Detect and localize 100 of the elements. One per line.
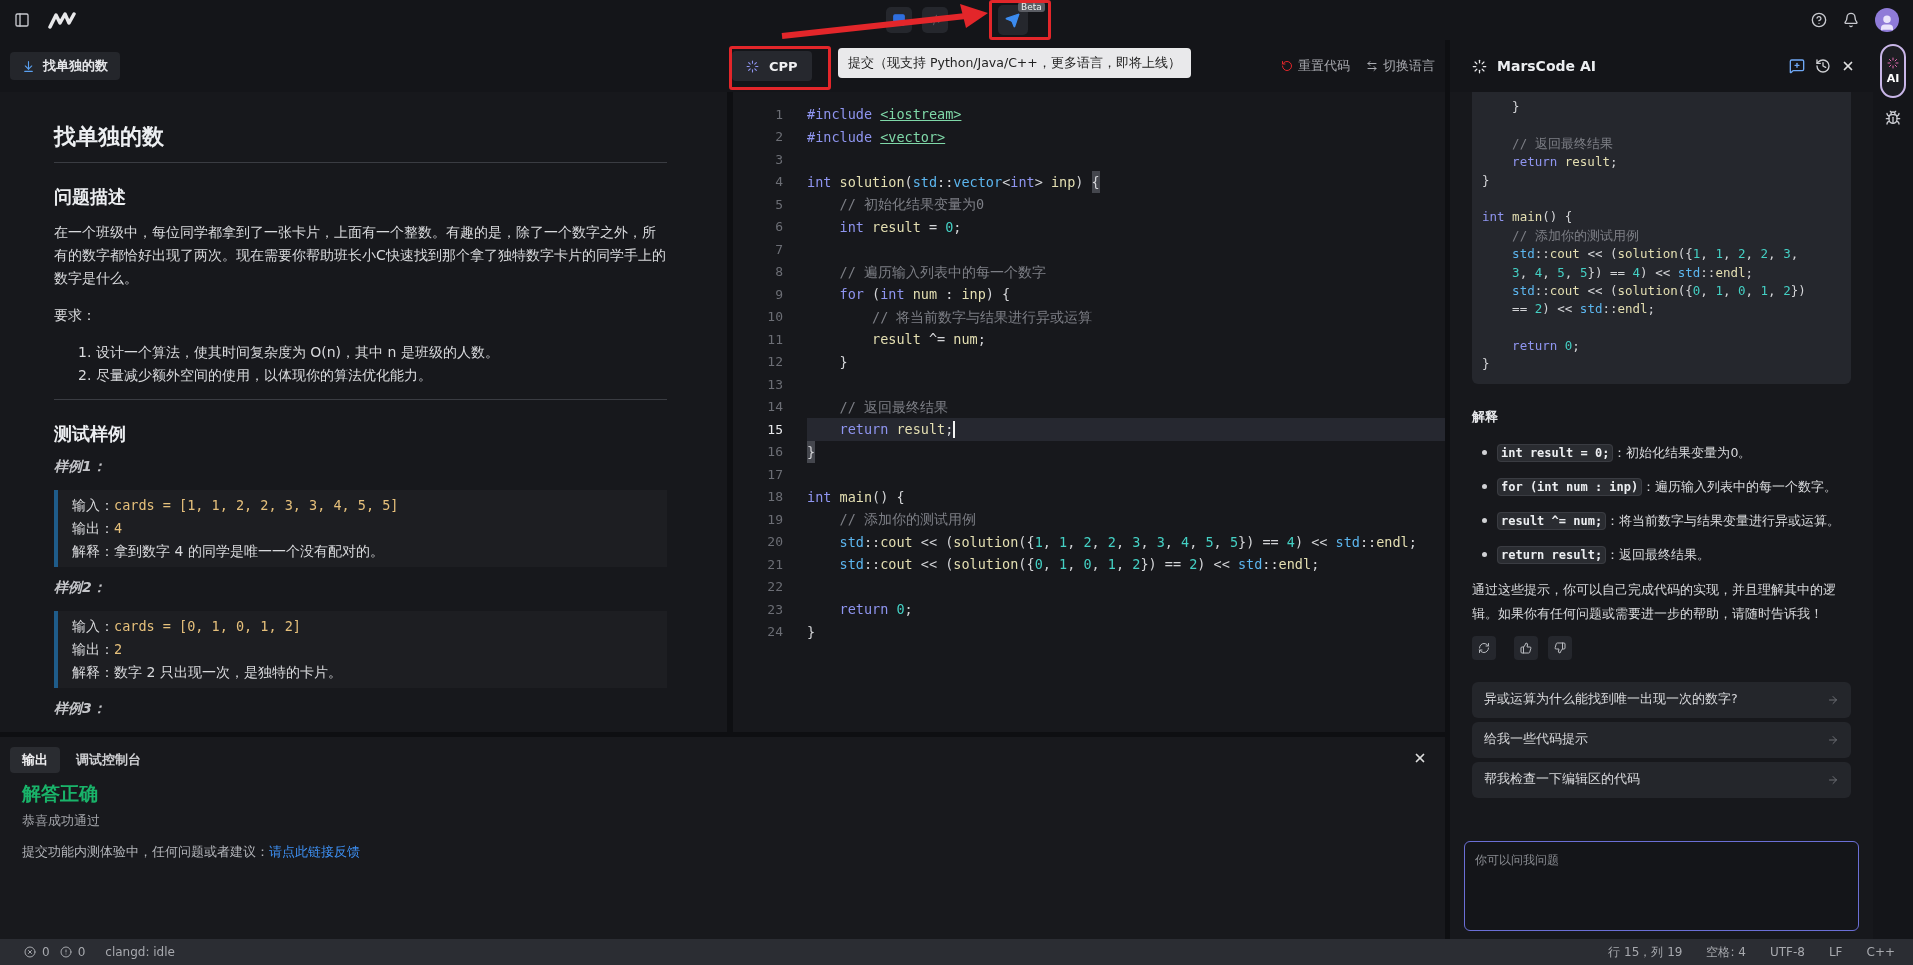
code-line: // 返回最终结果	[1511, 134, 1614, 153]
line-number: 24	[766, 624, 784, 640]
arrow-right-icon	[1827, 733, 1839, 746]
dislike-button[interactable]	[1548, 635, 1572, 660]
code-line: }	[838, 352, 848, 372]
code-line: std::cout << (solution({0, 1, 0, 1, 2})	[1511, 281, 1807, 300]
sidebar-toggle-icon[interactable]	[14, 12, 30, 28]
like-button[interactable]	[1514, 635, 1538, 660]
question-field[interactable]: 你可以问我问题	[1464, 841, 1859, 931]
example-title: 样例3：	[54, 700, 107, 718]
code-line: return 0;	[1511, 337, 1581, 356]
line-number: 22	[766, 579, 784, 595]
example-title: 样例1：	[54, 458, 107, 476]
language-button[interactable]: CPP	[732, 51, 812, 81]
code-line: int main() {	[807, 487, 905, 507]
line-number: 16	[766, 444, 784, 460]
notification-icon[interactable]	[1843, 12, 1859, 28]
code-line: }	[1482, 171, 1491, 190]
arrow-right-icon	[1827, 693, 1839, 706]
requirement-item: 1. 设计一个算法，使其时间复杂度为 O(n)，其中 n 是班级的人数。	[78, 343, 500, 362]
help-icon[interactable]	[1811, 12, 1827, 28]
line-number: 23	[766, 601, 784, 617]
code-line: 3, 4, 5, 5}) == 4) << std::endl;	[1511, 263, 1755, 282]
sparkle-icon	[1887, 57, 1899, 69]
new-chat-icon[interactable]	[1789, 58, 1805, 74]
line-number: 17	[766, 466, 784, 482]
sparkle-icon	[746, 59, 759, 73]
example-line: 输出：2	[72, 640, 124, 659]
warning-count: 0	[77, 945, 86, 959]
beta-badge: Beta	[1018, 2, 1045, 12]
code-line: result ^= num;	[871, 330, 986, 349]
status-item[interactable]: LF	[1828, 945, 1843, 959]
problem-title: 找单独的数	[54, 116, 667, 163]
feedback-text: 提交功能内测体验中，任何问题或者建议：	[22, 844, 269, 861]
line-number: 4	[774, 174, 784, 190]
code-line: // 返回最终结果	[838, 397, 948, 417]
explanation-item: return result; ：返回最终结果。	[1497, 541, 1711, 568]
code-line: std::cout << (solution({1, 1, 2, 2, 3,	[1511, 245, 1800, 264]
status-item[interactable]: UTF-8	[1769, 945, 1805, 959]
code-line: // 初始化结果变量为0	[838, 195, 985, 214]
suggestion-button[interactable]: 帮我检查一下编辑区的代码	[1472, 761, 1851, 798]
code-line: std::cout << (solution({0, 1, 0, 1, 2}) == 2) << std::endl;	[838, 555, 1320, 574]
code-line: std::cout << (solution({1, 1, 2, 2, 3, 3, 4, 5, 5}) == 4) << std::endl;	[838, 532, 1417, 552]
line-number: 12	[766, 354, 784, 370]
description-text: 要求：	[54, 306, 97, 325]
line-number: 5	[774, 196, 784, 212]
line-number: 14	[766, 399, 784, 415]
output-tab[interactable]: 调试控制台	[64, 747, 153, 773]
problem-tab[interactable]: 找单独的数	[10, 52, 120, 80]
explanation-title: 解释	[1472, 407, 1499, 426]
status-item[interactable]: C++	[1866, 945, 1895, 959]
explanation-item: int result = 0; ：初始化结果变量为0。	[1497, 439, 1752, 466]
line-number: 6	[774, 219, 784, 235]
example-line: 解释：数字 2 只出现一次，是独特的卡片。	[72, 663, 343, 682]
bullet-icon	[1482, 483, 1487, 489]
send-icon	[1005, 12, 1020, 28]
line-number: 13	[766, 376, 784, 392]
close-button[interactable]	[1413, 751, 1427, 765]
status-item[interactable]: 行 15，列 19	[1608, 943, 1683, 961]
explanation-item: result ^= num; ：将当前数字与结果变量进行异或运算。	[1497, 507, 1841, 534]
close-icon[interactable]	[1841, 59, 1855, 73]
swap-icon	[1366, 60, 1378, 72]
code-line: for (int num : inp) {	[838, 285, 1011, 304]
download-icon	[22, 59, 35, 73]
arrow-right-icon	[1827, 773, 1839, 786]
ai-button[interactable]: AI	[1880, 44, 1906, 98]
tooltip: 提交（现支持 Python/Java/C++，更多语言，即将上线）	[838, 48, 1191, 78]
section-heading: 测试样例	[54, 422, 127, 446]
example-line: 解释：拿到数字 4 的同学是唯一一个没有配对的。	[72, 542, 385, 561]
example-line: 输入：cards = [0, 1, 0, 1, 2]	[72, 617, 302, 636]
history-icon[interactable]	[1815, 58, 1831, 74]
code-line: return 0;	[838, 600, 913, 619]
line-number: 3	[774, 151, 784, 167]
line-number: 15	[766, 421, 784, 437]
suggestion-button[interactable]: 给我一些代码提示	[1472, 721, 1851, 758]
suggestion-button[interactable]: 异或运算为什么能找到唯一出现一次的数字?	[1472, 681, 1851, 718]
output-tab[interactable]: 输出	[10, 747, 60, 773]
code-line: int result = 0;	[838, 217, 962, 237]
line-number: 8	[774, 264, 784, 280]
logo-icon	[48, 11, 78, 29]
explanation-item: for (int num : inp) ：遍历输入列表中的每一个数字。	[1497, 473, 1838, 500]
result-title: 解答正确	[22, 781, 99, 806]
code-line: return result;	[1511, 153, 1619, 172]
avatar[interactable]	[1875, 8, 1899, 32]
regenerate-button[interactable]	[1472, 635, 1496, 660]
ai-logo-icon	[1472, 58, 1487, 74]
line-number: 20	[766, 534, 784, 550]
feedback-link[interactable]: 请点此链接反馈	[269, 844, 360, 861]
bug-icon[interactable]	[1885, 110, 1901, 126]
switch-language-button[interactable]: 切换语言	[1366, 57, 1435, 75]
reset-icon	[1281, 60, 1293, 72]
thumbs-up-icon	[1520, 641, 1532, 654]
reset-code-button[interactable]: 重置代码	[1281, 57, 1350, 75]
status-item[interactable]: 空格: 4	[1706, 943, 1746, 961]
close-icon	[1413, 751, 1427, 765]
bullet-icon	[1482, 517, 1487, 523]
closing-text: 通过这些提示，你可以自己完成代码的实现，并且理解其中的逻辑。如果你有任何问题或需要进一步的帮助，请随时告诉我！	[1472, 580, 1837, 623]
bullet-icon	[1482, 449, 1487, 455]
requirement-item: 2. 尽量减少额外空间的使用，以体现你的算法优化能力。	[78, 366, 433, 385]
code-line: int main() {	[1482, 208, 1574, 227]
